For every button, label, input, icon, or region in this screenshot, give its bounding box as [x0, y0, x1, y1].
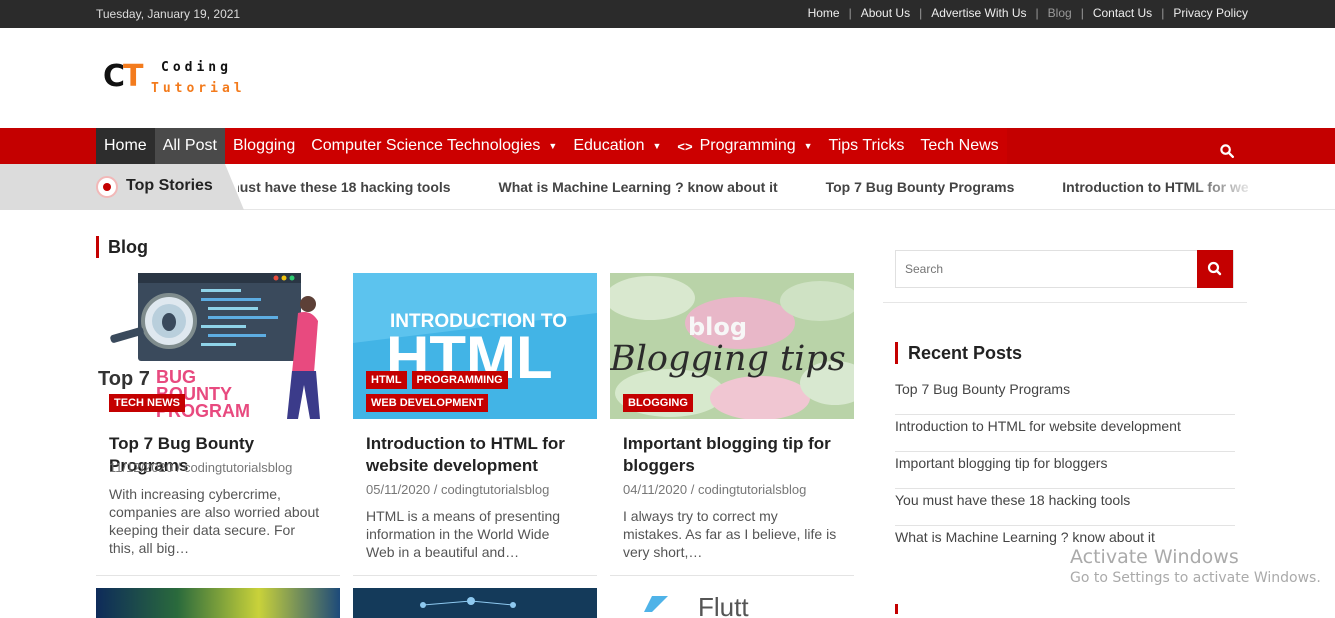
ticker-label: Top Stories [126, 177, 213, 194]
nav-item-blogging[interactable]: Blogging [224, 128, 304, 164]
watermark-title: Activate Windows [1070, 546, 1239, 568]
svg-text:blog: blog [688, 313, 747, 341]
ticker-label-box: Top Stories [0, 164, 244, 210]
nav-item-all-post[interactable]: All Post [154, 128, 225, 164]
search-input[interactable] [896, 251, 1199, 287]
site-logo[interactable]: CT Coding Tutorial [103, 57, 253, 101]
post-thumbnail-next[interactable] [96, 588, 340, 618]
divider: | [919, 6, 923, 20]
post-card: INTRODUCTION TO HTML HTML PROGRAMMING WE… [353, 273, 597, 576]
network-illustration [420, 597, 516, 608]
logo-word-tutorial: Tutorial [151, 81, 246, 96]
divider: | [1035, 6, 1039, 20]
top-link-home[interactable]: Home [808, 6, 840, 20]
post-thumbnail[interactable]: Top 7 BUG BOUNTY PROGRAM TECH NEWS [96, 273, 340, 419]
post-card: blog Blogging tips BLOGGING Important bl… [610, 273, 854, 576]
svg-text:Blogging tips: Blogging tips [610, 339, 846, 379]
search-icon [1207, 261, 1222, 276]
sidebar-search [895, 250, 1234, 288]
nav-item-home[interactable]: Home [96, 128, 155, 164]
post-tags: TECH NEWS [109, 394, 329, 412]
main-nav: Home All Post Blogging Computer Science … [96, 128, 1007, 164]
post-tags: HTML PROGRAMMING WEB DEVELOPMENT [366, 371, 586, 412]
post-meta: 04/11/2020 / codingtutorialsblog [623, 482, 807, 497]
post-tag[interactable]: HTML [366, 371, 407, 389]
post-tags: BLOGGING [623, 394, 843, 412]
post-meta: 11/12/2020 / codingtutorialsblog [109, 460, 293, 475]
main-navbar: Home All Post Blogging Computer Science … [0, 128, 1335, 164]
nav-item-programming[interactable]: <> Programming ▼ [669, 128, 821, 164]
top-link-blog[interactable]: Blog [1048, 6, 1072, 20]
watermark-subtitle: Go to Settings to activate Windows. [1070, 570, 1321, 586]
divider: | [1161, 6, 1165, 20]
post-author[interactable]: codingtutorialsblog [441, 482, 549, 497]
next-widget-title-marker [895, 604, 898, 614]
post-date[interactable]: 04/11/2020 [623, 482, 687, 497]
code-icon: <> [677, 138, 693, 154]
chevron-down-icon: ▼ [803, 141, 813, 151]
post-tag[interactable]: WEB DEVELOPMENT [366, 394, 489, 412]
activate-windows-watermark: Activate Windows Go to Settings to activ… [1070, 546, 1321, 586]
logo-word-coding: Coding [161, 60, 232, 75]
divider [883, 302, 1247, 303]
nav-item-tech-news[interactable]: Tech News [912, 128, 1007, 164]
recent-posts-title: Recent Posts [895, 342, 1022, 364]
post-title[interactable]: Introduction to HTML for website develop… [366, 433, 591, 477]
post-excerpt: With increasing cybercrime, companies ar… [109, 486, 320, 556]
live-dot-icon [96, 176, 118, 198]
flutter-logo-icon: Flutt [644, 592, 749, 618]
recent-post-link[interactable]: Introduction to HTML for website develop… [895, 415, 1235, 452]
ticker-track: You must have these 18 hacking tools Wha… [238, 179, 1248, 199]
post-card: Top 7 BUG BOUNTY PROGRAM TECH NEWS Top 7… [96, 273, 340, 576]
post-date[interactable]: 05/11/2020 [366, 482, 430, 497]
search-icon[interactable] [1220, 144, 1234, 158]
nav-item-tips-tricks[interactable]: Tips Tricks [820, 128, 913, 164]
top-link-advertise[interactable]: Advertise With Us [931, 6, 1026, 20]
post-thumbnail[interactable]: INTRODUCTION TO HTML HTML PROGRAMMING WE… [353, 273, 597, 419]
post-excerpt: I always try to correct my mistakes. As … [623, 508, 837, 560]
ticker-item[interactable]: You must have these 18 hacking tools [238, 179, 451, 195]
ticker-item[interactable]: Top 7 Bug Bounty Programs [826, 179, 1015, 195]
top-stories-ticker: Top Stories You must have these 18 hacki… [0, 164, 1335, 210]
post-thumbnail-next[interactable] [353, 588, 597, 618]
post-tag[interactable]: PROGRAMMING [411, 371, 508, 389]
post-author[interactable]: codingtutorialsblog [184, 460, 292, 475]
current-date: Tuesday, January 19, 2021 [96, 7, 241, 21]
chevron-down-icon: ▼ [652, 141, 662, 151]
post-thumbnail[interactable]: blog Blogging tips BLOGGING [610, 273, 854, 419]
post-excerpt: HTML is a means of presenting informatio… [366, 508, 561, 560]
recent-post-link[interactable]: Important blogging tip for bloggers [895, 452, 1235, 489]
top-links: Home | About Us | Advertise With Us | Blog |… [808, 6, 1248, 20]
post-title[interactable]: Important blogging tip for bloggers [623, 433, 848, 477]
recent-post-link[interactable]: You must have these 18 hacking tools [895, 489, 1235, 526]
top-link-contact[interactable]: Contact Us [1093, 6, 1152, 20]
nav-item-education[interactable]: Education ▼ [565, 128, 670, 164]
svg-text:Flutt: Flutt [698, 592, 749, 618]
divider: | [1080, 6, 1084, 20]
top-bar: Tuesday, January 19, 2021 Home | About Us… [0, 0, 1335, 28]
svg-text:Top 7: Top 7 [98, 368, 150, 390]
section-title: Blog [96, 236, 148, 258]
post-date[interactable]: 11/12/2020 [109, 460, 173, 475]
logo-mark: CT [103, 59, 144, 94]
post-thumbnail-next[interactable]: Flutt [610, 588, 854, 618]
divider: | [848, 6, 852, 20]
nav-item-computer-science[interactable]: Computer Science Technologies ▼ [303, 128, 566, 164]
post-author[interactable]: codingtutorialsblog [698, 482, 806, 497]
post-tag[interactable]: TECH NEWS [109, 394, 185, 412]
search-button[interactable] [1197, 250, 1233, 288]
chevron-down-icon: ▼ [548, 141, 558, 151]
top-link-privacy[interactable]: Privacy Policy [1173, 6, 1248, 20]
post-meta: 05/11/2020 / codingtutorialsblog [366, 482, 550, 497]
post-tag[interactable]: BLOGGING [623, 394, 693, 412]
ticker-item[interactable]: What is Machine Learning ? know about it [498, 179, 777, 195]
top-link-about[interactable]: About Us [861, 6, 910, 20]
recent-post-link[interactable]: Top 7 Bug Bounty Programs [895, 378, 1235, 415]
ticker-fade [1188, 174, 1258, 202]
